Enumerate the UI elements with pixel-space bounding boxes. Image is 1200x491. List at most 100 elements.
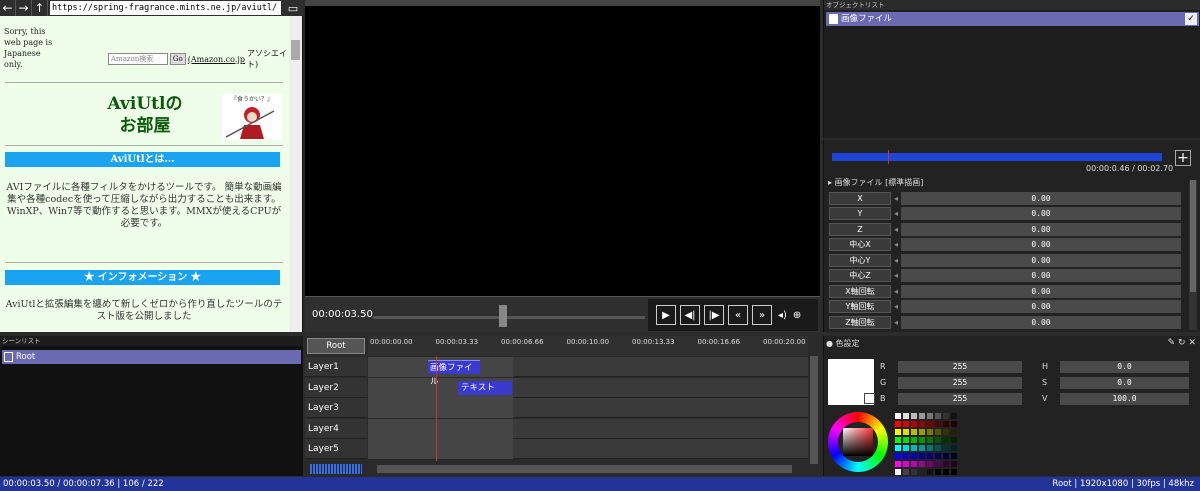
palette-swatch[interactable] [918, 444, 926, 452]
palette-swatch[interactable] [934, 436, 942, 444]
go-button[interactable]: Go [169, 53, 186, 65]
palette-swatch[interactable] [934, 428, 942, 436]
palette-swatch[interactable] [942, 412, 950, 420]
property-value[interactable]: 0.00 [901, 284, 1181, 298]
clip-text[interactable]: テキスト [458, 381, 512, 395]
add-icon[interactable]: + [1175, 150, 1191, 166]
property-label[interactable]: Z軸回転 [829, 315, 891, 329]
palette-swatch[interactable] [894, 452, 902, 460]
palette-swatch[interactable] [942, 436, 950, 444]
palette-swatch[interactable] [942, 420, 950, 428]
palette-swatch[interactable] [894, 436, 902, 444]
browser-scrollbar[interactable] [289, 16, 302, 332]
palette-swatch[interactable] [894, 468, 902, 476]
refresh-icon[interactable]: ↻ [1178, 338, 1186, 348]
left-arrow-icon[interactable]: ◂ [891, 318, 901, 327]
palette-swatch[interactable] [918, 436, 926, 444]
saturation-square[interactable] [843, 428, 873, 456]
property-value[interactable]: 0.00 [901, 300, 1181, 313]
left-arrow-icon[interactable]: ◂ [891, 287, 901, 296]
rewind-icon[interactable]: « [728, 305, 748, 325]
layer-label[interactable]: Layer5 [305, 439, 367, 459]
palette-swatch[interactable] [910, 444, 918, 452]
palette-swatch[interactable] [918, 420, 926, 428]
palette-swatch[interactable] [950, 452, 958, 460]
layer-label[interactable]: Layer2 [305, 377, 367, 398]
palette-swatch[interactable] [942, 444, 950, 452]
url-input[interactable]: https://spring-fragrance.mints.ne.jp/avi… [50, 1, 281, 15]
palette-swatch[interactable] [926, 436, 934, 444]
s-value[interactable]: 0.0 [1060, 376, 1189, 389]
palette-swatch[interactable] [926, 428, 934, 436]
palette-swatch[interactable] [910, 436, 918, 444]
left-arrow-icon[interactable]: ◂ [891, 271, 901, 280]
palette-swatch[interactable] [950, 460, 958, 468]
amazon-link[interactable]: (Amazon.co.jp [188, 55, 245, 64]
v-value[interactable]: 100.0 [1060, 392, 1189, 405]
palette-swatch[interactable] [910, 452, 918, 460]
zoom-control[interactable] [310, 464, 362, 474]
palette-swatch[interactable] [918, 428, 926, 436]
palette-swatch[interactable] [934, 460, 942, 468]
palette-swatch[interactable] [918, 412, 926, 420]
seek-bar[interactable] [373, 316, 645, 319]
seek-thumb[interactable] [499, 305, 507, 327]
property-value[interactable]: 0.00 [901, 191, 1181, 205]
palette-swatch[interactable] [918, 460, 926, 468]
color-swatch-small[interactable] [864, 393, 875, 404]
palette-swatch[interactable] [934, 444, 942, 452]
palette-swatch[interactable] [894, 460, 902, 468]
property-label[interactable]: X [829, 191, 891, 205]
eyedropper-icon[interactable]: ✎ [1168, 338, 1176, 348]
amazon-search-input[interactable]: Amazon検索 [108, 53, 168, 65]
object-list-item[interactable]: 画像ファイル ✓ [826, 12, 1199, 26]
r-value[interactable]: 255 [898, 360, 1022, 373]
palette-swatch[interactable] [894, 444, 902, 452]
property-label[interactable]: Y軸回転 [829, 300, 891, 313]
palette-swatch[interactable] [902, 436, 910, 444]
property-value[interactable]: 0.00 [901, 253, 1181, 267]
next-frame-icon[interactable]: |▶ [704, 305, 724, 325]
palette-swatch[interactable] [950, 428, 958, 436]
prev-frame-icon[interactable]: ◀| [680, 305, 700, 325]
left-arrow-icon[interactable]: ◂ [891, 256, 901, 265]
palette-swatch[interactable] [926, 412, 934, 420]
property-label[interactable]: 中心X [829, 238, 891, 251]
palette-swatch[interactable] [934, 452, 942, 460]
forward-icon[interactable]: → [16, 0, 32, 16]
palette-swatch[interactable] [934, 412, 942, 420]
palette-swatch[interactable] [926, 444, 934, 452]
palette-swatch[interactable] [910, 428, 918, 436]
palette-swatch[interactable] [918, 452, 926, 460]
palette-swatch[interactable] [950, 412, 958, 420]
palette-swatch[interactable] [942, 460, 950, 468]
layer-track[interactable] [368, 439, 808, 459]
palette-swatch[interactable] [910, 412, 918, 420]
property-label[interactable]: Y [829, 207, 891, 220]
palette-swatch[interactable] [902, 444, 910, 452]
palette-swatch[interactable] [934, 420, 942, 428]
palette-swatch[interactable] [942, 468, 950, 476]
timeline-hscrollbar[interactable] [377, 465, 792, 473]
check-icon[interactable]: ✓ [1185, 13, 1197, 25]
layer-label[interactable]: Layer3 [305, 398, 367, 418]
h-value[interactable]: 0.0 [1060, 360, 1189, 373]
left-arrow-icon[interactable]: ◂ [891, 240, 901, 249]
palette-swatch[interactable] [910, 420, 918, 428]
palette-swatch[interactable] [902, 452, 910, 460]
b-value[interactable]: 255 [898, 392, 1022, 405]
left-arrow-icon[interactable]: ◂ [891, 194, 901, 203]
fast-forward-icon[interactable]: » [752, 305, 772, 325]
property-value[interactable]: 0.00 [901, 238, 1181, 251]
layer-label[interactable]: Layer1 [305, 357, 367, 377]
property-label[interactable]: 中心Z [829, 269, 891, 282]
palette-swatch[interactable] [926, 420, 934, 428]
palette-swatch[interactable] [926, 452, 934, 460]
property-value[interactable]: 0.00 [901, 315, 1181, 329]
palette-swatch[interactable] [910, 468, 918, 476]
palette-swatch[interactable] [942, 452, 950, 460]
property-value[interactable]: 0.00 [901, 207, 1181, 220]
palette-swatch[interactable] [902, 428, 910, 436]
palette-swatch[interactable] [950, 420, 958, 428]
palette-swatch[interactable] [950, 436, 958, 444]
